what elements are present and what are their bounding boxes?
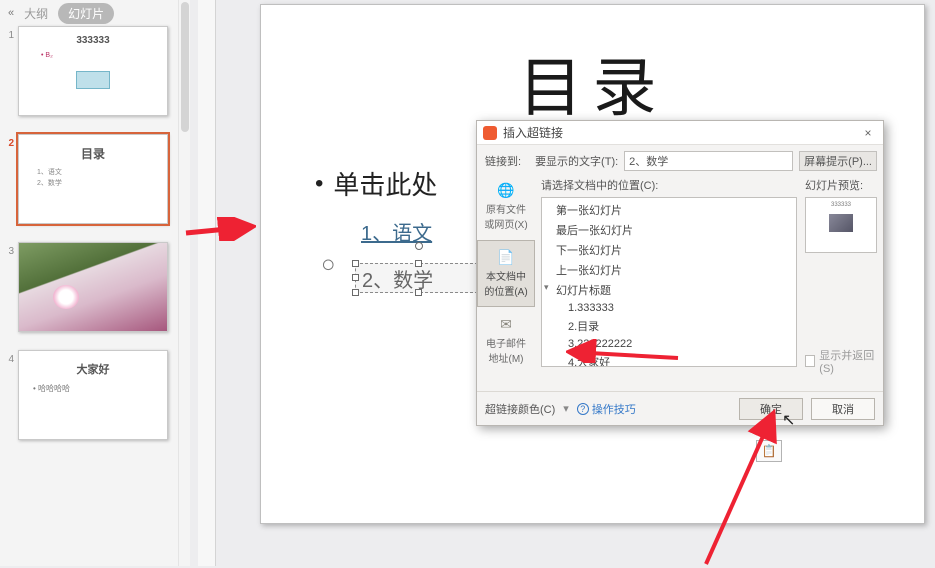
rotate-handle[interactable]: [415, 242, 423, 250]
slide-preview: 333333: [805, 197, 877, 253]
help-link[interactable]: ? 操作技巧: [577, 401, 636, 417]
thumbnail-row[interactable]: 1 333333 • B₂: [0, 26, 169, 116]
vertical-ruler: [198, 0, 216, 566]
thumbnail-row[interactable]: 4 大家好 • 哈哈哈哈: [0, 350, 169, 440]
tree-slide-4[interactable]: 4.大家好: [542, 352, 796, 367]
tab-existing-file[interactable]: 🌐 原有文件 或网页(X): [477, 173, 535, 240]
tab-slides[interactable]: 幻灯片: [58, 3, 114, 24]
screen-tip-button[interactable]: 屏幕提示(P)...: [799, 151, 877, 171]
placeholder-text: 单击此处: [333, 165, 437, 202]
tree-last-slide[interactable]: 最后一张幻灯片: [542, 220, 796, 240]
resize-handle[interactable]: [352, 260, 359, 267]
show-return-row[interactable]: 显示并返回(S): [805, 347, 877, 375]
thumb-mark: • B₂: [41, 52, 53, 59]
thumb-shape: [76, 71, 110, 89]
hyperlink-color-button[interactable]: 超链接颜色(C): [485, 401, 555, 417]
tree-first-slide[interactable]: 第一张幻灯片: [542, 200, 796, 220]
dialog-main: 请选择文档中的位置(C): 第一张幻灯片 最后一张幻灯片 下一张幻灯片 上一张幻…: [535, 173, 803, 391]
tree-slide-titles[interactable]: 幻灯片标题: [542, 280, 796, 300]
show-return-label: 显示并返回(S): [819, 347, 877, 375]
tab-email[interactable]: ✉ 电子邮件 地址(M): [477, 307, 535, 374]
slide-title[interactable]: 目录: [261, 37, 924, 129]
dialog-title: 插入超链接: [503, 124, 563, 141]
left-panel-header: « 大纲 幻灯片: [0, 0, 190, 26]
close-button[interactable]: ×: [857, 126, 879, 140]
slide-location-tree[interactable]: 第一张幻灯片 最后一张幻灯片 下一张幻灯片 上一张幻灯片 幻灯片标题 1.333…: [541, 197, 797, 367]
thumb-title: 大家好: [77, 361, 110, 377]
tab-outline[interactable]: 大纲: [24, 5, 48, 22]
preview-image-icon: [829, 214, 853, 232]
tree-slide-1[interactable]: 1.333333: [542, 300, 796, 316]
thumb-number: 4: [0, 350, 14, 440]
dialog-body: 🌐 原有文件 或网页(X) 📄 本文档中 的位置(A) ✉ 电子邮件 地址(M)…: [477, 173, 883, 391]
display-text-input[interactable]: 2、数学: [624, 151, 793, 171]
dropdown-icon[interactable]: ▾: [563, 402, 569, 415]
tree-slide-3[interactable]: 3.222222222: [542, 336, 796, 352]
left-panel: « 大纲 幻灯片 1 333333 • B₂ 2 目录 1、语文 2、数学 3: [0, 0, 190, 566]
selected-text-box[interactable]: 2、数学: [355, 263, 483, 293]
hyperlink-text[interactable]: 1、语文: [361, 217, 432, 246]
thumb-number: 3: [0, 242, 14, 332]
annotation-arrow-1: [184, 217, 256, 241]
thumb-title: 333333: [76, 35, 109, 46]
tree-next-slide[interactable]: 下一张幻灯片: [542, 240, 796, 260]
slide-thumbnail-1[interactable]: 333333 • B₂: [18, 26, 168, 116]
tab-this-document[interactable]: 📄 本文档中 的位置(A): [477, 240, 535, 307]
thumb-lines: 1、语文 2、数学: [37, 168, 62, 189]
thumb-image: [19, 243, 167, 331]
app-logo-icon: [483, 126, 497, 140]
cancel-button[interactable]: 取消: [811, 398, 875, 420]
bullet-placeholder[interactable]: • 单击此处: [315, 165, 437, 202]
paste-options-button[interactable]: 📋: [756, 440, 782, 462]
ok-button[interactable]: 确定: [739, 398, 803, 420]
left-scrollbar[interactable]: [178, 0, 190, 566]
preview-column: 幻灯片预览: 333333 显示并返回(S): [803, 173, 883, 391]
thumb-number: 2: [0, 134, 14, 224]
slide-thumbnail-2[interactable]: 目录 1、语文 2、数学: [18, 134, 168, 224]
resize-handle[interactable]: [352, 274, 359, 281]
collapse-icon[interactable]: «: [8, 7, 14, 19]
dialog-top-row: 链接到: 要显示的文字(T): 2、数学 屏幕提示(P)...: [477, 145, 883, 175]
thumb-number: 1: [0, 26, 14, 116]
resize-handle[interactable]: [415, 289, 422, 296]
slide-thumbnail-4[interactable]: 大家好 • 哈哈哈哈: [18, 350, 168, 440]
globe-icon: 🌐: [480, 182, 532, 199]
document-icon: 📄: [480, 249, 532, 266]
help-icon: ?: [577, 403, 589, 415]
resize-handle[interactable]: [415, 260, 422, 267]
mail-icon: ✉: [480, 316, 532, 333]
bullet-item-1[interactable]: 1、语文: [315, 217, 432, 246]
link-type-tabs: 🌐 原有文件 或网页(X) 📄 本文档中 的位置(A) ✉ 电子邮件 地址(M): [477, 173, 535, 391]
tree-slide-2[interactable]: 2.目录: [542, 316, 796, 336]
thumb-line: • 哈哈哈哈: [33, 383, 70, 394]
slide-thumbnail-3[interactable]: [18, 242, 168, 332]
tree-prev-slide[interactable]: 上一张幻灯片: [542, 260, 796, 280]
dialog-footer: 超链接颜色(C) ▾ ? 操作技巧 确定 取消: [477, 391, 883, 425]
checkbox[interactable]: [805, 355, 815, 367]
pick-location-label: 请选择文档中的位置(C):: [541, 177, 797, 193]
dialog-titlebar[interactable]: 插入超链接 ×: [477, 121, 883, 145]
display-text-label: 要显示的文字(T):: [535, 153, 618, 169]
preview-label: 幻灯片预览:: [805, 177, 877, 193]
thumbnail-row[interactable]: 2 目录 1、语文 2、数学: [0, 134, 169, 224]
thumbnail-row[interactable]: 3: [0, 242, 169, 332]
insert-hyperlink-dialog: 插入超链接 × 链接到: 要显示的文字(T): 2、数学 屏幕提示(P)... …: [476, 120, 884, 426]
scrollbar-thumb[interactable]: [181, 2, 189, 132]
thumb-title: 目录: [81, 145, 105, 162]
thumbnail-list: 1 333333 • B₂ 2 目录 1、语文 2、数学 3: [0, 26, 175, 458]
preview-slide-title: 333333: [810, 202, 872, 208]
link-to-label: 链接到:: [485, 153, 521, 169]
resize-handle[interactable]: [352, 289, 359, 296]
bullet-item-2-text[interactable]: 2、数学: [362, 264, 433, 293]
